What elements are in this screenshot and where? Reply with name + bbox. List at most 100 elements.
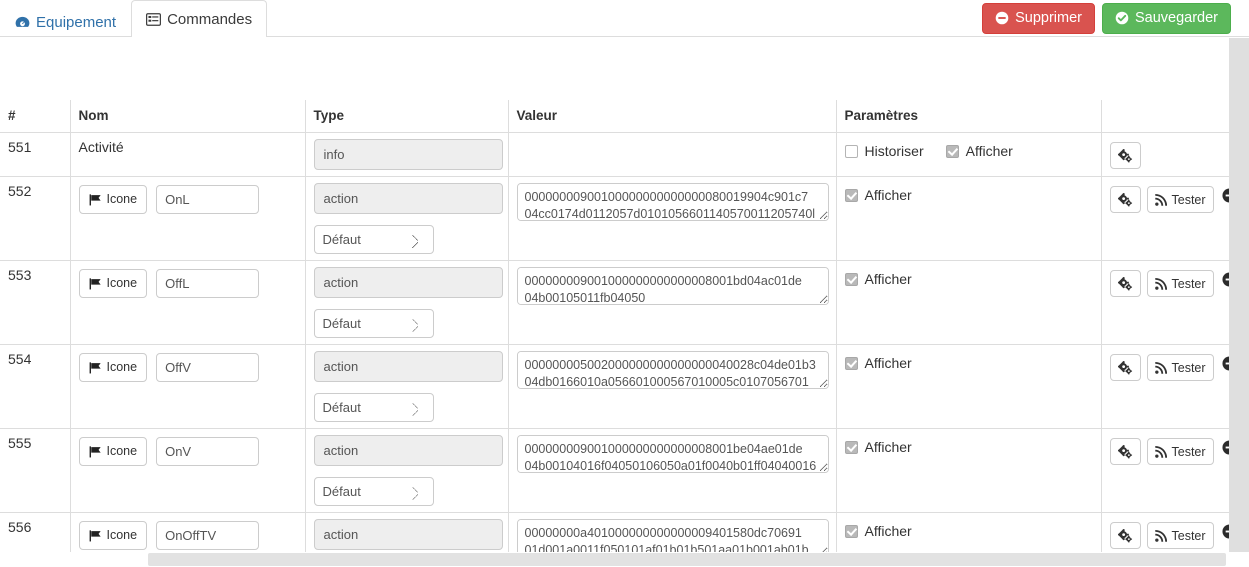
row-name-cell: Icone	[69, 512, 306, 552]
command-type-input[interactable]	[313, 267, 503, 298]
configure-button[interactable]	[1109, 522, 1141, 549]
remove-command-icon[interactable]	[1222, 524, 1229, 539]
delete-button[interactable]: Supprimer	[982, 3, 1095, 34]
command-value-textarea[interactable]: 000000005002000000000000000040028c04de01…	[516, 351, 829, 389]
icone-button[interactable]: Icone	[78, 269, 148, 298]
row-id: 555	[0, 428, 71, 513]
tester-button[interactable]: Tester	[1146, 354, 1214, 381]
tab-strip: Equipement Commandes	[0, 0, 268, 38]
configure-button[interactable]	[1109, 438, 1141, 465]
remove-command-icon[interactable]	[1222, 272, 1229, 287]
command-type-input[interactable]	[313, 183, 503, 214]
row-parameters-cell: Afficher	[835, 176, 1102, 261]
historiser-checkbox[interactable]	[844, 144, 858, 158]
top-bar: Equipement Commandes Supprimer Sauvegard…	[0, 0, 1249, 38]
horizontal-scrollbar[interactable]	[0, 552, 1249, 567]
command-name-input[interactable]	[156, 353, 260, 382]
tester-button-label: Tester	[1171, 192, 1206, 207]
row-name-cell: Icone	[69, 428, 306, 513]
command-value-textarea[interactable]: 00000000a401000000000000009401580dc70691…	[516, 519, 829, 552]
command-name-input[interactable]	[156, 521, 260, 550]
row-actions-cell	[1100, 132, 1229, 177]
page-root: Equipement Commandes Supprimer Sauvegard…	[0, 0, 1249, 567]
tester-button[interactable]: Tester	[1146, 186, 1214, 213]
save-button[interactable]: Sauvegarder	[1101, 3, 1231, 34]
row-parameters-cell: Historiser Afficher	[835, 132, 1102, 177]
command-subtype-select[interactable]: Défaut	[313, 225, 434, 254]
row-type-cell: Défaut	[304, 176, 509, 261]
command-name-input[interactable]	[156, 437, 260, 466]
tester-button[interactable]: Tester	[1146, 270, 1214, 297]
remove-command-icon[interactable]	[1222, 356, 1229, 371]
row-id: 556	[0, 512, 71, 552]
icone-button[interactable]: Icone	[78, 437, 148, 466]
icone-button-label: Icone	[106, 276, 138, 290]
table-row: 552 Icone Défaut 00000000900100000000000000…	[0, 176, 1229, 261]
tab-commandes-label: Commandes	[167, 10, 253, 28]
row-id: 552	[0, 176, 71, 261]
tab-equipement[interactable]: Equipement	[0, 7, 131, 37]
row-type-cell: Défaut	[304, 428, 509, 513]
list-alt-icon	[146, 12, 162, 26]
command-name-input[interactable]	[156, 269, 260, 298]
command-type-input[interactable]	[313, 519, 503, 550]
row-type-cell: Défaut	[304, 512, 509, 552]
tester-button[interactable]: Tester	[1146, 522, 1214, 549]
cogs-icon	[1117, 276, 1133, 291]
remove-command-icon[interactable]	[1222, 440, 1229, 455]
row-id: 554	[0, 344, 71, 429]
commands-table-container[interactable]: # Nom Type Valeur Paramètres 551 Activité…	[0, 100, 1229, 552]
command-value-textarea[interactable]: 00000000900100000000000000080019904c901c…	[516, 183, 829, 221]
cogs-icon	[1117, 360, 1133, 375]
cogs-icon	[1117, 444, 1133, 459]
rss-icon	[1154, 445, 1167, 458]
row-name-cell: Icone	[69, 344, 306, 429]
name-controls: Icone	[78, 519, 297, 550]
parameter-checkboxes: Afficher	[844, 183, 1093, 203]
afficher-checkbox[interactable]	[844, 440, 858, 454]
command-type-input[interactable]	[313, 351, 503, 382]
command-subtype-select[interactable]: Défaut	[313, 309, 434, 338]
tab-commandes[interactable]: Commandes	[131, 0, 268, 38]
row-type-cell	[304, 132, 509, 177]
table-row: 556 Icone Défaut00000000a40100000000000000…	[0, 512, 1229, 552]
parameter-checkboxes: Afficher	[844, 351, 1093, 371]
tab-equipement-label: Equipement	[36, 14, 117, 31]
configure-button[interactable]	[1109, 186, 1141, 213]
afficher-checkbox[interactable]	[945, 144, 959, 158]
afficher-checkbox[interactable]	[844, 356, 858, 370]
afficher-checkbox[interactable]	[844, 188, 858, 202]
table-row: 553 Icone Défaut 00000000900100000000000000…	[0, 260, 1229, 345]
row-actions-cell: Tester	[1100, 428, 1229, 513]
command-subtype-select[interactable]: Défaut	[313, 477, 434, 506]
command-value-textarea[interactable]: 000000009001000000000000008001bd04ac01de…	[516, 267, 829, 305]
configure-button[interactable]	[1109, 354, 1141, 381]
row-name-cell: Icone	[69, 260, 306, 345]
table-head: # Nom Type Valeur Paramètres	[0, 100, 1229, 133]
header-type: Type	[304, 100, 509, 133]
command-value-textarea[interactable]: 000000009001000000000000008001be04ae01de…	[516, 435, 829, 473]
command-subtype-select[interactable]: Défaut	[313, 393, 434, 422]
command-type-input[interactable]	[313, 435, 503, 466]
vertical-scrollbar[interactable]	[1229, 38, 1249, 559]
row-action-buttons: Tester	[1109, 351, 1229, 381]
name-controls: Icone	[78, 435, 297, 466]
command-type-input[interactable]	[313, 139, 503, 170]
icone-button[interactable]: Icone	[78, 353, 148, 382]
remove-command-icon[interactable]	[1222, 188, 1229, 203]
tester-button[interactable]: Tester	[1146, 438, 1214, 465]
configure-button[interactable]	[1109, 142, 1141, 169]
icone-button[interactable]: Icone	[78, 185, 148, 214]
command-name-input[interactable]	[156, 185, 260, 214]
icone-button[interactable]: Icone	[78, 521, 148, 550]
minus-circle-icon	[995, 11, 1009, 25]
afficher-checkbox[interactable]	[844, 524, 858, 538]
horizontal-scrollbar-thumb[interactable]	[148, 553, 1226, 566]
afficher-checkbox[interactable]	[844, 272, 858, 286]
flag-icon	[89, 193, 102, 206]
save-button-label: Sauvegarder	[1134, 10, 1218, 26]
table-row: 555 Icone Défaut 00000000900100000000000000…	[0, 428, 1229, 513]
flag-icon	[89, 277, 102, 290]
row-value-cell: 00000000900100000000000000080019904c901c…	[507, 176, 837, 261]
configure-button[interactable]	[1109, 270, 1141, 297]
